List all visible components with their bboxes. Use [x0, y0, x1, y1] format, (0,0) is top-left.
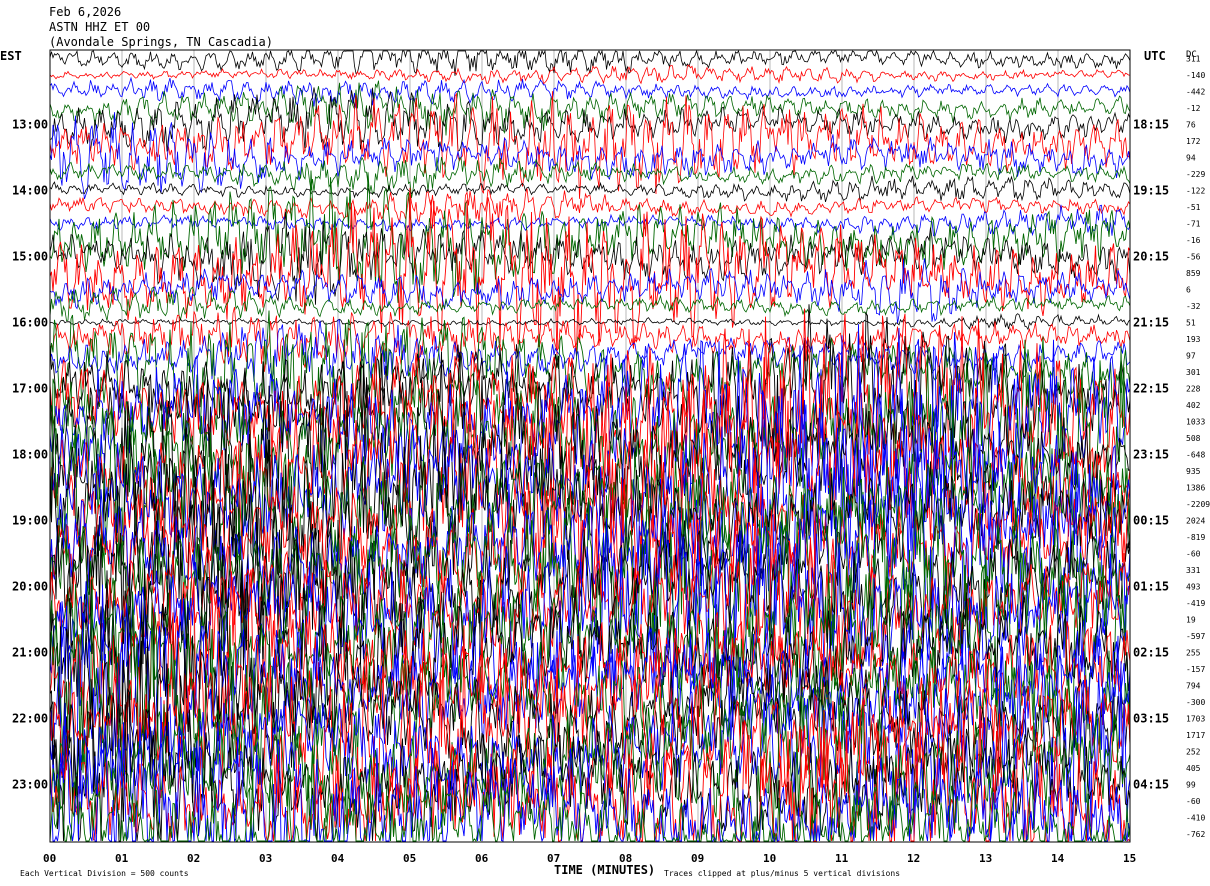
utc-hour-label: 21:15: [1133, 315, 1169, 329]
dc-offset-label: 99: [1186, 780, 1196, 789]
est-hour-label: 17:00: [12, 381, 48, 395]
dc-offset-label: 193: [1186, 335, 1201, 344]
x-tick-label: 02: [187, 852, 200, 865]
dc-offset-label: -140: [1186, 71, 1205, 80]
est-hour-label: 19:00: [12, 513, 48, 527]
x-tick-label: 04: [331, 852, 345, 865]
dc-offset-label: 255: [1186, 648, 1201, 657]
right-zone-label: UTC: [1144, 49, 1166, 63]
est-hour-label: 15:00: [12, 249, 48, 263]
dc-offset-label: 405: [1186, 764, 1201, 773]
utc-hour-label: 02:15: [1133, 645, 1169, 659]
dc-offset-label: -648: [1186, 450, 1205, 459]
x-tick-label: 10: [763, 852, 776, 865]
est-hour-label: 16:00: [12, 315, 48, 329]
est-hour-label: 21:00: [12, 645, 48, 659]
est-hour-label: 23:00: [12, 777, 48, 791]
x-tick-label: 00: [43, 852, 56, 865]
utc-hour-label: 23:15: [1133, 447, 1169, 461]
dc-offset-label: 402: [1186, 401, 1201, 410]
dc-offset-label: 331: [1186, 566, 1201, 575]
trace-line: [49, 286, 1131, 322]
dc-offset-label: -122: [1186, 186, 1205, 195]
dc-offset-label: 1703: [1186, 714, 1205, 723]
dc-offset-label: -157: [1186, 665, 1205, 674]
dc-offset-label: 97: [1186, 351, 1196, 360]
dc-offset-label: -12: [1186, 104, 1201, 113]
dc-offset-label: -71: [1186, 219, 1201, 228]
dc-offset-label: 51: [1186, 318, 1196, 327]
dc-offset-label: -32: [1186, 302, 1201, 311]
dc-offset-label: -300: [1186, 698, 1205, 707]
x-tick-label: 03: [259, 852, 272, 865]
seismic-traces: [49, 49, 1131, 843]
est-hour-label: 18:00: [12, 447, 48, 461]
x-tick-label: 12: [907, 852, 920, 865]
utc-hour-label: 19:15: [1133, 183, 1169, 197]
dc-offset-label: 935: [1186, 467, 1201, 476]
est-hour-label: 14:00: [12, 183, 48, 197]
dc-offset-label: 493: [1186, 582, 1201, 591]
utc-hour-label: 04:15: [1133, 777, 1169, 791]
dc-offset-label: -762: [1186, 830, 1205, 839]
trace-line: [49, 313, 1131, 331]
footer-left: Each Vertical Division = 500 counts: [20, 869, 189, 878]
utc-hour-label: 22:15: [1133, 381, 1169, 395]
dc-offset-label: -597: [1186, 632, 1205, 641]
utc-hour-label: 00:15: [1133, 513, 1169, 527]
dc-offset-label: -16: [1186, 236, 1201, 245]
x-tick-label: 13: [979, 852, 992, 865]
dc-offset-label: -229: [1186, 170, 1205, 179]
utc-hour-label: 01:15: [1133, 579, 1169, 593]
dc-offset-label: 172: [1186, 137, 1201, 146]
left-zone-label: EST: [0, 49, 22, 63]
dc-offset-label: 2024: [1186, 516, 1205, 525]
trace-line: [49, 91, 1131, 199]
dc-offset-label: 19: [1186, 615, 1196, 624]
dc-offset-label: 94: [1186, 153, 1196, 162]
trace-line: [49, 64, 1131, 85]
footer-right: Traces clipped at plus/minus 5 vertical …: [664, 869, 900, 878]
helicorder-chart: 00 01 02 03 04 05 06 07 08 09 10 11 12 13 14 15311-140-…: [0, 49, 1210, 878]
dc-offset-label: 252: [1186, 747, 1201, 756]
x-tick-label: 09: [691, 852, 704, 865]
est-hour-label: 13:00: [12, 117, 48, 131]
dc-offset-label: 76: [1186, 120, 1196, 129]
dc-offset-label: -819: [1186, 533, 1205, 542]
dc-offset-label: 228: [1186, 384, 1201, 393]
trace-line: [49, 204, 1131, 237]
dc-label: DC: [1186, 50, 1197, 60]
x-tick-label: 05: [403, 852, 416, 865]
dc-offset-label: 301: [1186, 368, 1201, 377]
trace-line: [49, 187, 1131, 358]
dc-offset-label: -419: [1186, 599, 1205, 608]
dc-offset-label: -51: [1186, 203, 1201, 212]
utc-hour-label: 20:15: [1133, 249, 1169, 263]
dc-offset-label: 794: [1186, 681, 1201, 690]
x-tick-label: 15: [1123, 852, 1136, 865]
utc-hour-label: 03:15: [1133, 711, 1169, 725]
est-hour-label: 22:00: [12, 711, 48, 725]
x-tick-label: 14: [1051, 852, 1065, 865]
x-axis-label: TIME (MINUTES): [554, 863, 655, 877]
dc-offset-label: 859: [1186, 269, 1201, 278]
x-tick-label: 06: [475, 852, 489, 865]
dc-offset-label: -410: [1186, 813, 1205, 822]
x-tick-label: 01: [115, 852, 129, 865]
trace-line: [49, 76, 1131, 108]
dc-offset-label: 508: [1186, 434, 1201, 443]
dc-offset-label: -442: [1186, 87, 1205, 96]
dc-offset-label: 1717: [1186, 731, 1205, 740]
dc-offset-label: -56: [1186, 252, 1201, 261]
dc-offset-label: 6: [1186, 285, 1191, 294]
dc-offset-label: -60: [1186, 549, 1201, 558]
utc-hour-label: 18:15: [1133, 117, 1169, 131]
est-hour-label: 20:00: [12, 579, 48, 593]
dc-offset-label: -2209: [1186, 500, 1210, 509]
dc-offset-label: 1033: [1186, 417, 1205, 426]
x-tick-label: 11: [835, 852, 849, 865]
dc-offset-label: 1386: [1186, 483, 1205, 492]
dc-offset-label: -60: [1186, 797, 1201, 806]
